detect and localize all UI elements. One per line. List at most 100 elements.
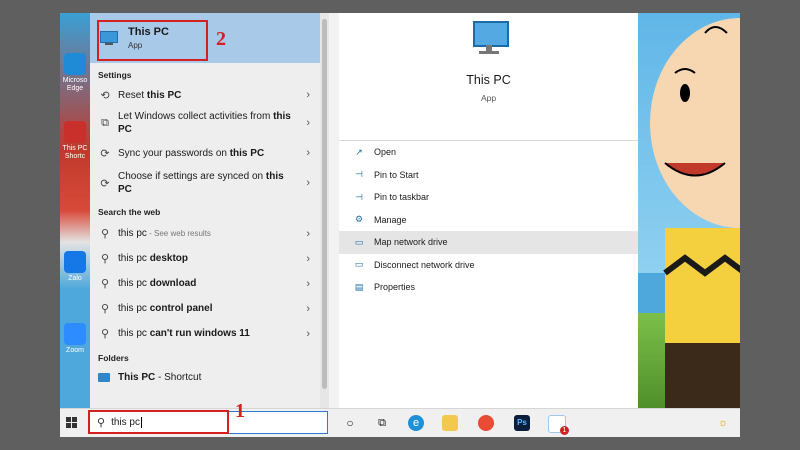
search-icon: ⚲	[100, 278, 110, 290]
edge-icon	[64, 53, 86, 75]
action-label: Pin to Start	[374, 169, 419, 180]
action-properties[interactable]: ▤ Properties	[339, 276, 638, 299]
chevron-right-icon: ›	[306, 302, 310, 315]
weather-icon[interactable]: ☼	[715, 415, 731, 431]
detail-pane: This PC App ↗ Open ⊣ Pin to Start ⊣ Pin …	[339, 13, 638, 408]
network-drive-icon: ▭	[354, 236, 364, 247]
pin-icon: ⊣	[355, 191, 363, 202]
item-text: this pc	[118, 228, 147, 239]
annotation-step-1: 1	[235, 400, 245, 422]
action-label: Properties	[374, 282, 416, 293]
folder-item-this-pc-shortcut[interactable]: This PC - Shortcut	[90, 367, 320, 387]
notification-badge: 1	[560, 426, 569, 435]
settings-item-activities[interactable]: ⧉ Let Windows collect activities from th…	[90, 106, 320, 140]
item-text: - Shortcut	[155, 371, 202, 383]
windows-start-button[interactable]	[66, 417, 78, 429]
item-text-bold: desktop	[149, 253, 189, 264]
chevron-right-icon: ›	[306, 252, 310, 265]
zalo-taskbar-icon[interactable]: 1	[548, 415, 569, 435]
detail-subtitle: App	[480, 93, 497, 103]
sync-icon: ⟳	[100, 147, 110, 160]
settings-item-sync-passwords[interactable]: ⟳ Sync your passwords on this PC ›	[90, 140, 320, 166]
settings-item-sync-settings[interactable]: ⟳ Choose if settings are synced on this …	[90, 166, 320, 200]
web-item-desktop[interactable]: ⚲ this pc desktop ›	[90, 246, 320, 271]
chevron-right-icon: ›	[306, 227, 310, 240]
search-icon: ⚲	[100, 328, 110, 340]
item-text: Reset	[118, 89, 147, 101]
settings-item-reset[interactable]: ⟲ Reset this PC ›	[90, 84, 320, 106]
edge-icon[interactable]: e	[408, 415, 424, 431]
reset-icon: ⟲	[100, 89, 110, 102]
action-label: Pin to taskbar	[374, 192, 430, 203]
desktop-icon-edge[interactable]: Microso Edge	[62, 53, 88, 93]
desktop-icon-label: This PC Shortc	[62, 145, 88, 160]
annotation-box-this-pc	[97, 20, 208, 61]
section-header-settings: Settings	[98, 70, 132, 80]
activity-history-icon: ⧉	[101, 116, 109, 129]
action-disconnect-network-drive[interactable]: ▭ Disconnect network drive	[339, 254, 638, 277]
annotation-box-search	[88, 410, 229, 434]
chrome-icon[interactable]	[478, 415, 494, 431]
chevron-right-icon: ›	[306, 327, 310, 340]
detail-actions: ↗ Open ⊣ Pin to Start ⊣ Pin to taskbar ⚙…	[339, 141, 638, 319]
item-text-bold: can't run windows 11	[149, 328, 250, 339]
desktop-icon-label: Zalo	[68, 275, 82, 282]
photoshop-icon[interactable]: Ps	[514, 415, 530, 431]
pin-icon: ⊣	[355, 169, 363, 180]
desktop-icon-zalo[interactable]: Zalo	[62, 251, 88, 283]
open-icon: ↗	[355, 146, 363, 157]
item-text: this pc	[118, 303, 150, 314]
desktop-icon-this-pc[interactable]: This PC Shortc	[62, 121, 88, 161]
action-pin-to-start[interactable]: ⊣ Pin to Start	[339, 164, 638, 187]
file-explorer-icon[interactable]	[442, 415, 458, 431]
search-icon: ⚲	[100, 303, 110, 315]
item-text: this pc	[118, 278, 150, 289]
web-item-see-results[interactable]: ⚲ this pc - See web results ›	[90, 221, 320, 246]
web-item-download[interactable]: ⚲ this pc download ›	[90, 271, 320, 296]
chevron-right-icon: ›	[306, 89, 310, 101]
zoom-icon	[64, 323, 86, 345]
search-icon: ⚲	[100, 228, 110, 240]
item-text-bold: this PC	[146, 89, 182, 101]
action-label: Disconnect network drive	[374, 259, 475, 270]
web-item-control-panel[interactable]: ⚲ this pc control panel ›	[90, 296, 320, 321]
web-item-cant-run-windows-11[interactable]: ⚲ this pc can't run windows 11 ›	[90, 321, 320, 346]
item-hint: - See web results	[146, 229, 211, 238]
item-text-bold: control panel	[149, 303, 213, 314]
chevron-right-icon: ›	[306, 117, 310, 129]
desktop-icon-label: Microso Edge	[62, 77, 88, 92]
cortana-icon[interactable]: ○	[342, 415, 358, 431]
action-open[interactable]: ↗ Open	[339, 141, 638, 164]
chevron-right-icon: ›	[306, 177, 310, 189]
action-label: Manage	[374, 214, 407, 225]
action-label: Map network drive	[374, 237, 448, 248]
manage-icon: ⚙	[354, 214, 364, 225]
desktop-icon-zoom[interactable]: Zoom	[62, 323, 88, 355]
action-label: Open	[374, 147, 397, 158]
shortcut-icon	[98, 372, 110, 382]
annotation-step-2: 2	[216, 28, 226, 50]
item-text: this pc	[118, 328, 150, 339]
item-text-bold: download	[149, 278, 197, 289]
item-text-bold: This PC	[118, 371, 156, 383]
scrollbar-thumb[interactable]	[322, 19, 327, 389]
zalo-icon	[64, 251, 86, 273]
task-view-icon[interactable]: ⧉	[374, 415, 390, 431]
chevron-right-icon: ›	[306, 277, 310, 290]
detail-title: This PC	[466, 73, 511, 87]
section-header-folders: Folders	[98, 353, 129, 363]
section-header-web: Search the web	[98, 207, 161, 217]
screenshot: { "desktop": { "icons": [ {"label": "Mic…	[0, 0, 800, 450]
detail-header: This PC App	[339, 13, 638, 128]
search-panel: This PC App Settings ⟲ Reset this PC › ⧉…	[90, 13, 638, 408]
desktop-icon-label: Zoom	[66, 347, 84, 354]
results-scrollbar[interactable]	[320, 13, 329, 408]
chevron-right-icon: ›	[306, 147, 310, 159]
search-results-list: This PC App Settings ⟲ Reset this PC › ⧉…	[90, 13, 320, 408]
detail-divider	[339, 128, 638, 141]
action-map-network-drive[interactable]: ▭ Map network drive	[339, 231, 638, 254]
item-text: this pc	[118, 253, 150, 264]
action-pin-to-taskbar[interactable]: ⊣ Pin to taskbar	[339, 186, 638, 209]
this-pc-icon	[469, 21, 509, 57]
action-manage[interactable]: ⚙ Manage	[339, 209, 638, 232]
